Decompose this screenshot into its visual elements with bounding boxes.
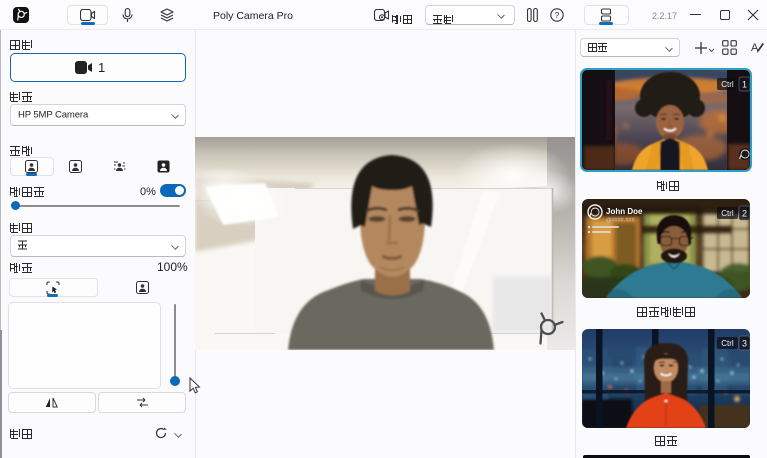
svg-text:3: 3 <box>742 339 747 349</box>
svg-text:Ctrl: Ctrl <box>721 209 734 218</box>
svg-text:Ctrl: Ctrl <box>721 339 734 348</box>
svg-text:@####.###: @####.### <box>606 218 635 224</box>
svg-text:?: ? <box>555 10 560 20</box>
svg-text:2: 2 <box>742 209 747 219</box>
svg-text:John Doe: John Doe <box>606 207 643 216</box>
svg-text:Ctrl: Ctrl <box>721 80 734 89</box>
svg-text:1: 1 <box>742 80 747 90</box>
